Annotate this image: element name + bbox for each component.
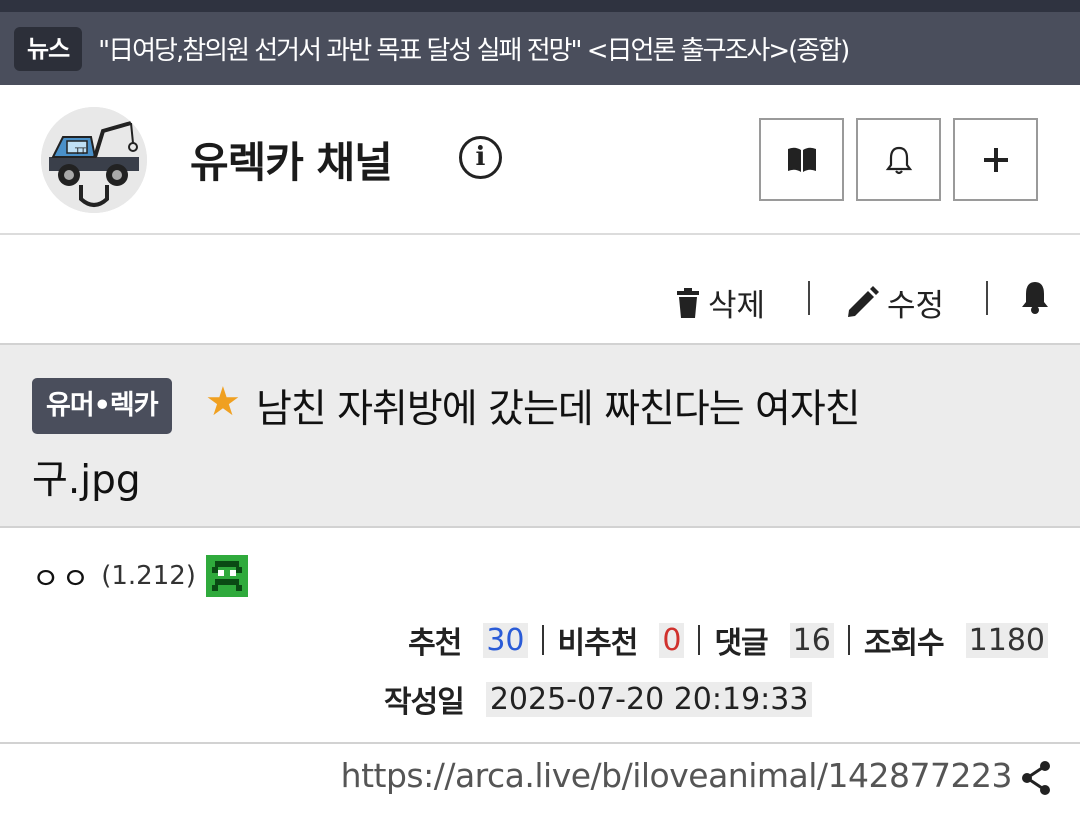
post-title-continued: 구.jpg xyxy=(32,458,141,503)
tow-truck-logo-icon: TT xyxy=(41,107,147,213)
date-value: 2025-07-20 20:19:33 xyxy=(485,681,813,717)
comments-label: 댓글 xyxy=(714,626,768,661)
news-headline[interactable]: "日여당,참의원 선거서 과반 목표 달성 실패 전망" <日언론 출구조사>(… xyxy=(98,30,850,67)
date-label: 작성일 xyxy=(384,685,465,720)
plus-icon xyxy=(983,147,1008,172)
downvote-count: 0 xyxy=(659,622,685,658)
author-pixel-avatar-icon xyxy=(205,555,248,597)
divider xyxy=(808,281,810,315)
divider xyxy=(847,625,850,655)
news-badge: 뉴스 xyxy=(14,26,83,71)
edit-label: 수정 xyxy=(887,288,945,324)
channel-avatar[interactable]: TT xyxy=(41,107,147,213)
post-title-area: 유머•렉카 ★ 남친 자취방에 갔는데 짜친다는 여자친 구.jpg xyxy=(0,343,1080,528)
bookmark-button[interactable] xyxy=(759,118,844,201)
category-badge[interactable]: 유머•렉카 xyxy=(32,378,172,434)
upvote-count: 30 xyxy=(483,622,528,658)
delete-button[interactable]: 삭제 xyxy=(676,280,765,325)
divider xyxy=(698,625,701,655)
bell-outline-icon xyxy=(885,146,912,174)
news-ticker[interactable]: 뉴스 "日여당,참의원 선거서 과반 목표 달성 실패 전망" <日언론 출구조… xyxy=(0,12,1080,85)
share-icon[interactable] xyxy=(1020,760,1052,796)
downvote-label: 비추천 xyxy=(557,626,639,661)
comments-count: 16 xyxy=(789,622,834,658)
author-ip: (1.212) xyxy=(101,561,196,591)
star-icon: ★ xyxy=(205,379,241,425)
svg-text:TT: TT xyxy=(74,147,86,157)
divider xyxy=(986,281,988,315)
pencil-icon xyxy=(848,285,879,317)
subscribe-alert-button[interactable] xyxy=(856,118,941,201)
views-label: 조회수 xyxy=(863,626,945,661)
trash-icon xyxy=(677,287,699,318)
book-icon xyxy=(787,147,816,172)
post-date: 작성일 2025-07-20 20:19:33 xyxy=(384,677,813,721)
post-url-bar: https://arca.live/b/iloveanimal/14287722… xyxy=(0,742,1080,822)
post-actions: 삭제 수정 xyxy=(0,237,1080,343)
divider xyxy=(541,625,544,655)
post-stats: 추천 30 비추천 0 댓글 16 조회수 1180 xyxy=(408,618,1048,662)
status-strip xyxy=(0,0,1080,12)
author-info: ㅇㅇ (1.212) xyxy=(32,554,248,598)
views-count: 1180 xyxy=(965,622,1048,658)
channel-name[interactable]: 유렉카 채널 xyxy=(190,129,393,190)
channel-header: TT 유렉카 채널 i xyxy=(0,85,1080,235)
info-icon[interactable]: i xyxy=(459,136,502,179)
author-name[interactable]: ㅇㅇ xyxy=(32,554,91,598)
upvote-label: 추천 xyxy=(408,626,462,661)
delete-label: 삭제 xyxy=(708,288,766,324)
bell-icon xyxy=(1022,282,1048,314)
notify-button[interactable] xyxy=(1020,280,1050,314)
post-title: 남친 자취방에 갔는데 짜친다는 여자친 xyxy=(256,387,861,432)
add-channel-button[interactable] xyxy=(953,118,1038,201)
edit-button[interactable]: 수정 xyxy=(845,280,944,325)
post-url[interactable]: https://arca.live/b/iloveanimal/14287722… xyxy=(341,756,1013,795)
